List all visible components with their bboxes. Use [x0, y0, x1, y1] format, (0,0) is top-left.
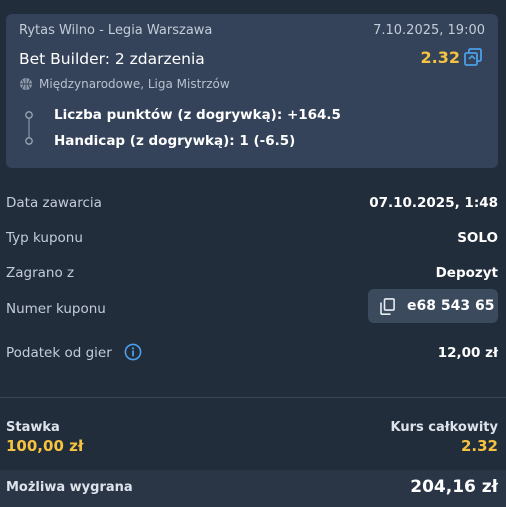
- possible-win-label: Możliwa wygrana: [6, 480, 133, 495]
- bet-odds: 2.32: [420, 48, 460, 67]
- stake-label: Stawka: [6, 420, 60, 435]
- possible-win-bar: Możliwa wygrana 204,16 zł: [0, 470, 506, 507]
- detail-label-wrap: Podatek od gier: [6, 342, 142, 364]
- copy-icon[interactable]: [464, 48, 482, 66]
- match-date: 7.10.2025, 19:00: [373, 23, 485, 38]
- timeline-dots: [25, 111, 33, 145]
- info-icon[interactable]: [124, 343, 142, 361]
- stake-value: 100,00 zł: [6, 437, 84, 455]
- total-odds-label: Kurs całkowity: [390, 420, 498, 435]
- detail-label: Zagrano z: [6, 265, 75, 281]
- copy-coupon-code-button[interactable]: e68 543 65: [368, 289, 498, 323]
- coupon-code: e68 543 65: [407, 298, 495, 314]
- divider: [0, 397, 506, 398]
- detail-value: Depozyt: [435, 265, 498, 281]
- detail-label: Podatek od gier: [6, 345, 112, 361]
- detail-label: Typ kuponu: [6, 230, 83, 246]
- detail-value: 12,00 zł: [437, 345, 498, 361]
- detail-row-zagrano-z: Zagrano z Depozyt: [6, 262, 498, 284]
- bet-card: Rytas Wilno - Legia Warszawa 7.10.2025, …: [6, 14, 498, 168]
- bet-builder-title: Bet Builder: 2 zdarzenia: [19, 50, 205, 68]
- detail-row-data-zawarcia: Data zawarcia 07.10.2025, 1:48: [6, 192, 498, 214]
- detail-label: Numer kuponu: [6, 301, 106, 317]
- detail-row-podatek: Podatek od gier 12,00 zł: [6, 342, 498, 364]
- league-row: Międzynarodowe, Liga Mistrzów: [19, 77, 230, 91]
- copy-code-icon: [380, 297, 395, 315]
- basketball-icon: [20, 78, 32, 90]
- possible-win-value: 204,16 zł: [410, 477, 498, 497]
- detail-value: SOLO: [457, 230, 498, 246]
- bet-leg: Liczba punktów (z dogrywką): +164.5: [54, 107, 341, 123]
- league-name: Międzynarodowe, Liga Mistrzów: [39, 77, 230, 91]
- detail-row-typ-kuponu: Typ kuponu SOLO: [6, 227, 498, 249]
- detail-label: Data zawarcia: [6, 195, 102, 211]
- detail-value: 07.10.2025, 1:48: [369, 195, 498, 211]
- match-name: Rytas Wilno - Legia Warszawa: [19, 23, 213, 38]
- total-odds-value: 2.32: [460, 437, 498, 455]
- detail-row-numer-kuponu: Numer kuponu e68 543 65: [6, 289, 498, 323]
- bet-leg: Handicap (z dogrywką): 1 (-6.5): [54, 133, 296, 149]
